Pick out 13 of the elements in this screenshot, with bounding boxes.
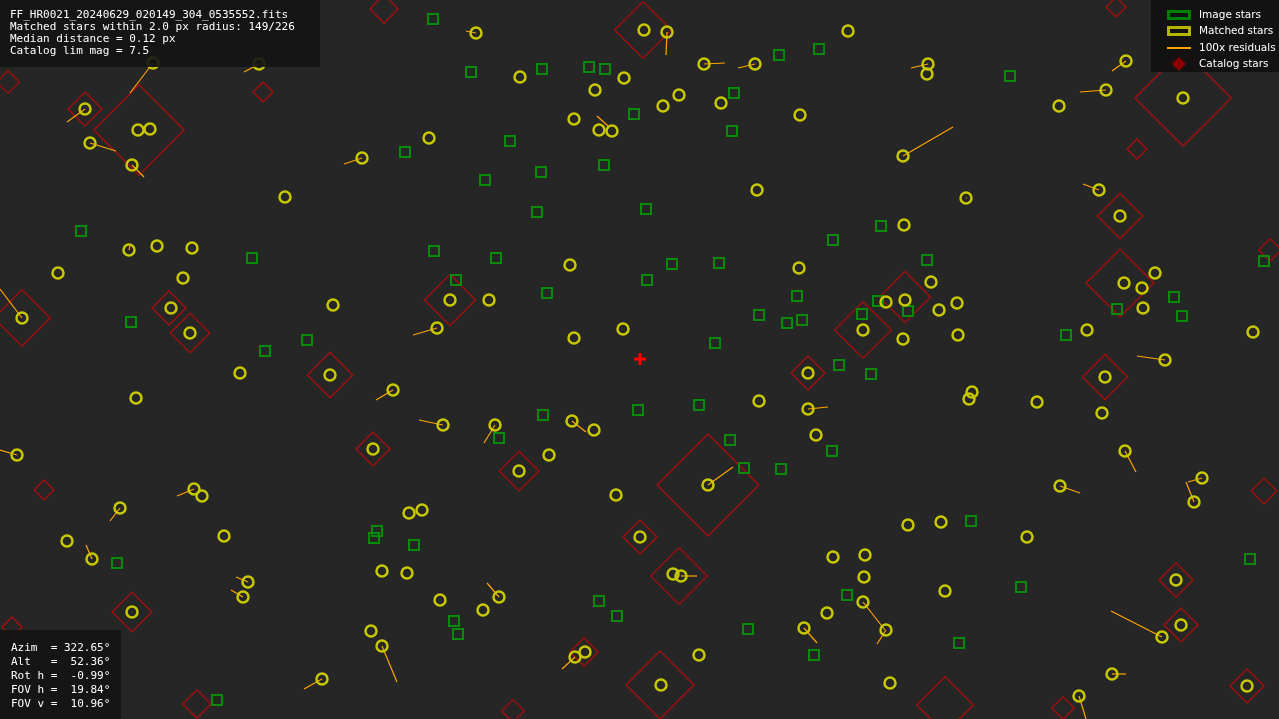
pointing-text: Alt = 52.36° xyxy=(11,655,110,669)
legend-label: Matched stars xyxy=(1199,23,1274,39)
legend-label: Catalog stars xyxy=(1199,56,1269,72)
info-text: Catalog lim mag = 7.5 xyxy=(10,45,151,57)
pointing-text: Azim = 322.65° xyxy=(11,641,110,655)
pointing-text: FOV h = 19.84° xyxy=(11,683,110,697)
info-text: Median distance = 0.12 px xyxy=(10,33,177,45)
info-text: FF_HR0021_20240629_020149_304_0535552.fits xyxy=(10,9,290,21)
legend-label: 100x residuals xyxy=(1199,39,1276,55)
legend-label: Image stars xyxy=(1199,6,1262,22)
pointing-text: Rot h = -0.99° xyxy=(11,669,110,683)
info-text: Matched stars within 2.0 px radius: 149/226 xyxy=(10,21,296,33)
pointing-text: FOV v = 10.96° xyxy=(11,697,110,711)
